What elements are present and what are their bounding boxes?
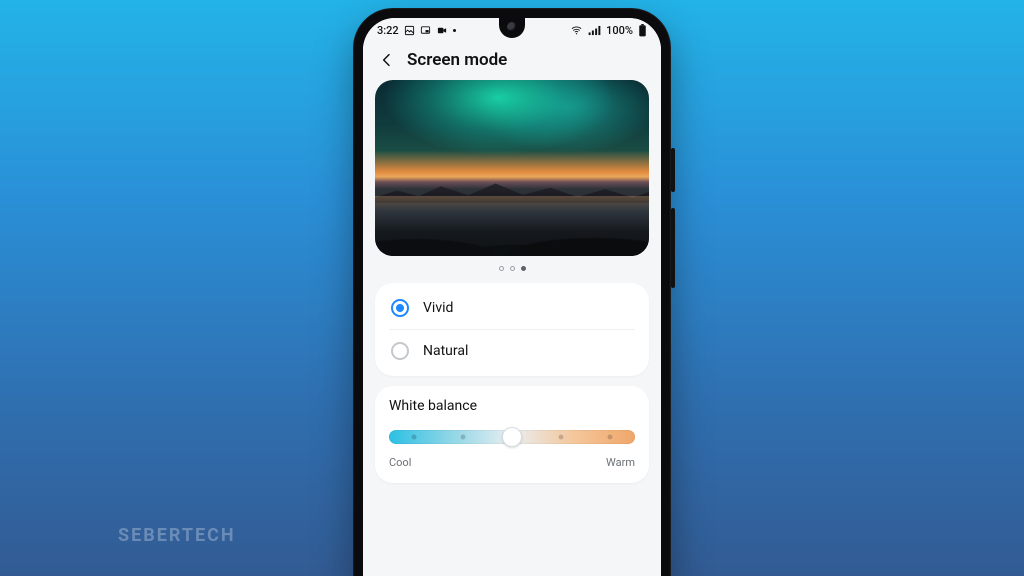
option-label: Vivid [423, 300, 453, 316]
white-balance-slider[interactable] [389, 426, 635, 448]
status-time: 3:22 [377, 24, 399, 37]
pip-icon [420, 25, 431, 36]
radio-unselected-icon [391, 342, 409, 360]
battery-icon [638, 24, 647, 37]
page-header: Screen mode [363, 42, 661, 80]
white-balance-section: White balance Cool Warm [375, 386, 649, 483]
option-vivid[interactable]: Vivid [389, 287, 635, 329]
phone-frame: 3:22 100% [353, 8, 671, 576]
phone-screen: 3:22 100% [363, 18, 661, 576]
carousel-dot-active[interactable] [521, 266, 526, 271]
wb-cool-label: Cool [389, 456, 411, 469]
slider-tick [559, 435, 564, 440]
front-camera [507, 22, 517, 32]
chevron-left-icon [379, 52, 395, 68]
status-bar-left: 3:22 [377, 24, 456, 37]
signal-icon [588, 25, 601, 36]
white-balance-labels: Cool Warm [389, 456, 635, 469]
preview-wrap [363, 80, 661, 256]
wifi-icon [570, 25, 583, 36]
back-button[interactable] [377, 50, 397, 70]
slider-thumb[interactable] [502, 427, 522, 447]
radio-selected-icon [391, 299, 409, 317]
slider-tick [411, 435, 416, 440]
option-natural[interactable]: Natural [389, 329, 635, 372]
battery-percent: 100% [606, 24, 633, 37]
option-label: Natural [423, 343, 468, 359]
slider-tick [608, 435, 613, 440]
preview-rocks [375, 207, 649, 256]
preview-image[interactable] [375, 80, 649, 256]
status-bar-right: 100% [570, 24, 647, 37]
carousel-dots [363, 256, 661, 279]
white-balance-title: White balance [389, 398, 635, 414]
video-icon [436, 25, 448, 36]
carousel-dot[interactable] [510, 266, 515, 271]
carousel-dot[interactable] [499, 266, 504, 271]
page-title: Screen mode [407, 50, 507, 70]
wb-warm-label: Warm [606, 456, 635, 469]
watermark-text: SEBERTECH [118, 525, 236, 546]
screen-mode-options: Vivid Natural [375, 283, 649, 376]
status-dot [453, 29, 456, 32]
image-icon [404, 25, 415, 36]
slider-tick [460, 435, 465, 440]
